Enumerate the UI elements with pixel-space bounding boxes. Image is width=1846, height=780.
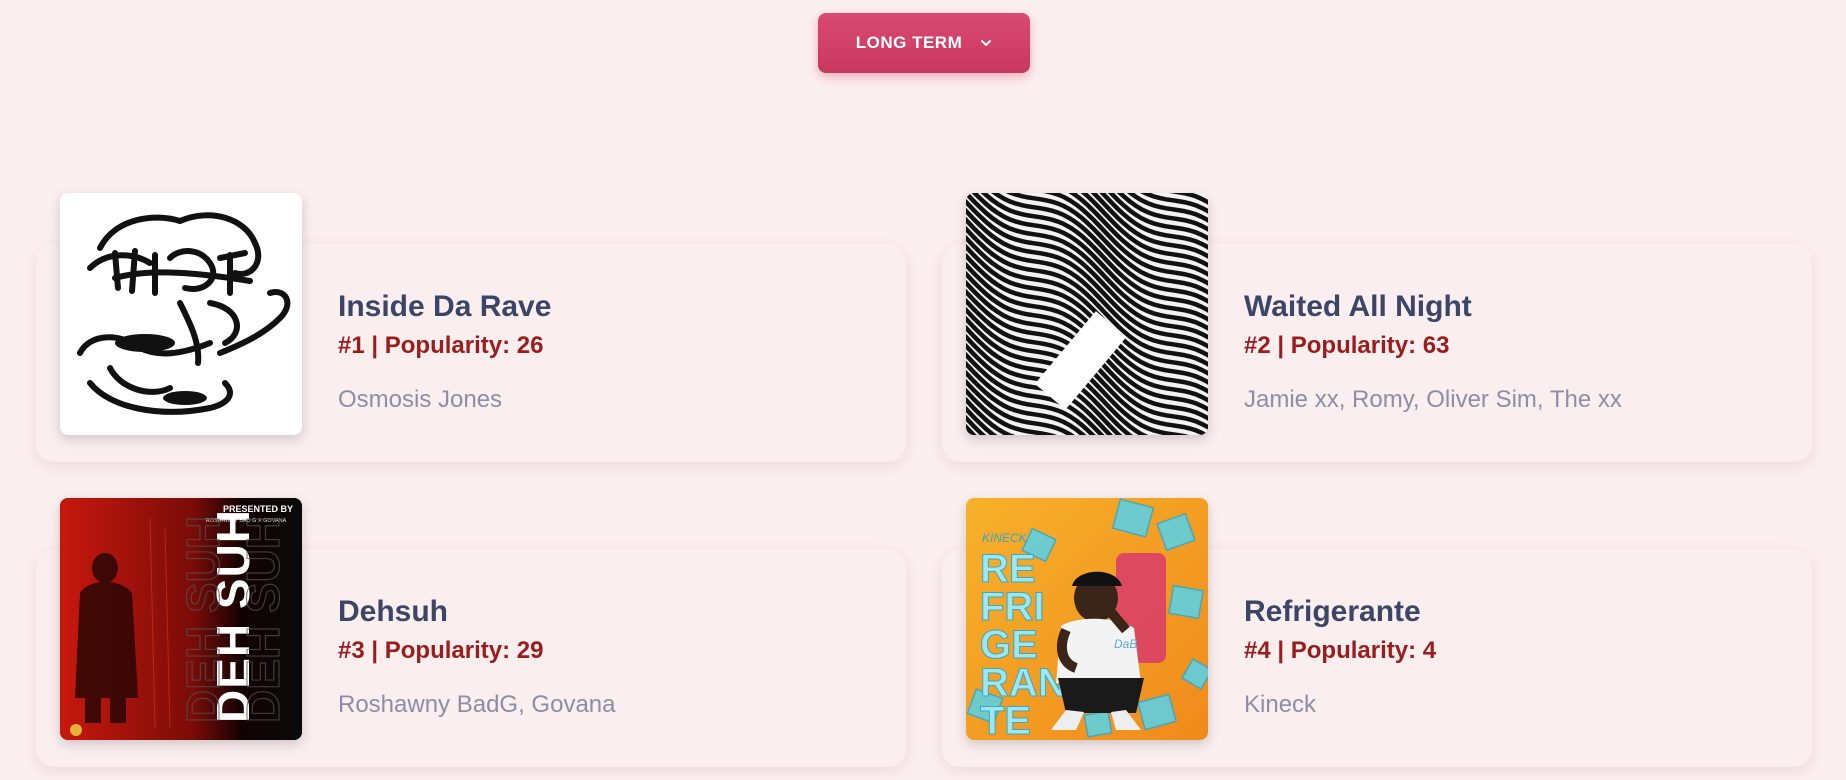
svg-text:TE: TE [980,699,1031,740]
track-artists: Osmosis Jones [338,386,503,413]
track-rank-popularity: #4 | Popularity: 4 [1244,637,1437,664]
top-tracks-grid: Inside Da Rave #1 | Popularity: 26 Osmos… [0,0,1846,780]
album-cover-dehsuh[interactable]: PRESENTED BY ROSHAWNY BAD G X GOVANA DEH… [60,498,302,740]
track-title[interactable]: Waited All Night [1244,290,1622,324]
cover-title-shadow: DEH SUH [177,516,229,723]
track-title[interactable]: Refrigerante [1244,595,1436,629]
track-info: Refrigerante #4 | Popularity: 4 Kineck [1244,595,1436,719]
svg-text:DaB: DaB [1114,637,1137,651]
track-rank-popularity: #1 | Popularity: 26 [338,332,544,359]
track-info: Inside Da Rave #1 | Popularity: 26 Osmos… [338,290,551,414]
track-artists: Kineck [1244,691,1317,718]
album-cover-wave-pattern[interactable] [966,193,1208,435]
track-info: Dehsuh #3 | Popularity: 29 Roshawny BadG… [338,595,616,719]
track-rank-popularity: #2 | Popularity: 63 [1244,332,1450,359]
track-title[interactable]: Inside Da Rave [338,290,551,324]
track-title[interactable]: Dehsuh [338,595,616,629]
cover-artist: KINECK [982,531,1028,545]
cover-title-shadow: DEH SUH [237,516,289,723]
album-cover-refrigerante[interactable]: KINECK RE FRI GE RAN TE DaB [966,498,1208,740]
track-rank-popularity: #3 | Popularity: 29 [338,637,544,664]
track-info: Waited All Night #2 | Popularity: 63 Jam… [1244,290,1622,414]
album-cover-graffiti[interactable] [60,193,302,435]
track-artists: Jamie xx, Romy, Oliver Sim, The xx [1244,386,1622,413]
track-artists: Roshawny BadG, Govana [338,691,616,718]
